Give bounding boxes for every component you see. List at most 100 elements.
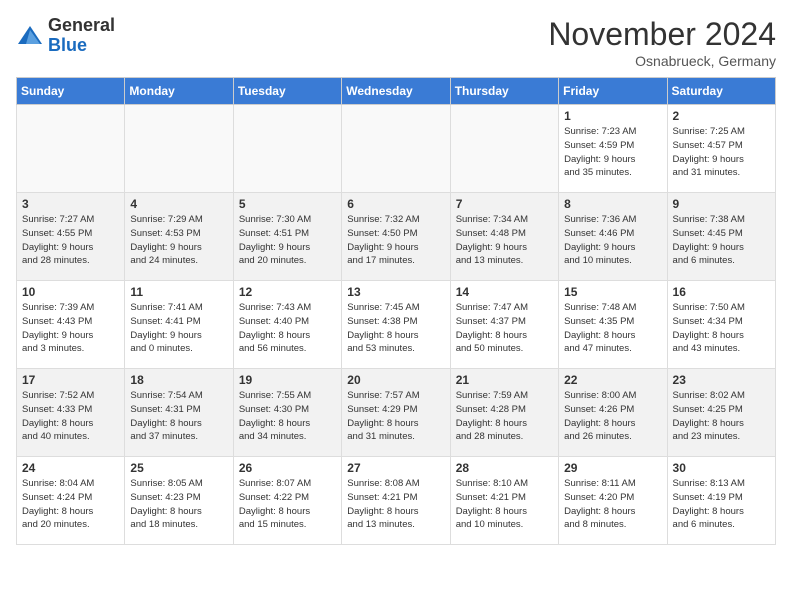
day-info: Sunrise: 7:41 AM Sunset: 4:41 PM Dayligh… — [130, 301, 227, 356]
day-info: Sunrise: 7:36 AM Sunset: 4:46 PM Dayligh… — [564, 213, 661, 268]
calendar-cell: 15 Sunrise: 7:48 AM Sunset: 4:35 PM Dayli… — [559, 281, 667, 369]
day-info: Sunrise: 7:54 AM Sunset: 4:31 PM Dayligh… — [130, 389, 227, 444]
day-info: Sunrise: 7:47 AM Sunset: 4:37 PM Dayligh… — [456, 301, 553, 356]
day-number: 9 — [673, 197, 770, 211]
day-info: Sunrise: 8:11 AM Sunset: 4:20 PM Dayligh… — [564, 477, 661, 532]
calendar-cell: 23 Sunrise: 8:02 AM Sunset: 4:25 PM Dayli… — [667, 369, 775, 457]
day-info: Sunrise: 7:57 AM Sunset: 4:29 PM Dayligh… — [347, 389, 444, 444]
header-sunday: Sunday — [17, 78, 125, 105]
day-info: Sunrise: 7:43 AM Sunset: 4:40 PM Dayligh… — [239, 301, 336, 356]
day-number: 28 — [456, 461, 553, 475]
calendar-week-row: 1Sunrise: 7:23 AM Sunset: 4:59 PM Daylig… — [17, 105, 776, 193]
calendar-cell: 2Sunrise: 7:25 AM Sunset: 4:57 PM Daylig… — [667, 105, 775, 193]
calendar-cell: 21 Sunrise: 7:59 AM Sunset: 4:28 PM Dayli… — [450, 369, 558, 457]
header-thursday: Thursday — [450, 78, 558, 105]
calendar-cell: 19Sunrise: 7:55 AM Sunset: 4:30 PM Dayli… — [233, 369, 341, 457]
calendar-cell: 25 Sunrise: 8:05 AM Sunset: 4:23 PM Dayli… — [125, 457, 233, 545]
calendar-cell: 11 Sunrise: 7:41 AM Sunset: 4:41 PM Dayli… — [125, 281, 233, 369]
calendar-cell — [342, 105, 450, 193]
calendar-cell — [233, 105, 341, 193]
calendar-cell: 20 Sunrise: 7:57 AM Sunset: 4:29 PM Dayli… — [342, 369, 450, 457]
calendar-cell: 10 Sunrise: 7:39 AM Sunset: 4:43 PM Dayli… — [17, 281, 125, 369]
calendar-cell: 13 Sunrise: 7:45 AM Sunset: 4:38 PM Dayli… — [342, 281, 450, 369]
calendar-cell: 17Sunrise: 7:52 AM Sunset: 4:33 PM Dayli… — [17, 369, 125, 457]
header-tuesday: Tuesday — [233, 78, 341, 105]
day-number: 21 — [456, 373, 553, 387]
calendar-cell: 18 Sunrise: 7:54 AM Sunset: 4:31 PM Dayli… — [125, 369, 233, 457]
page-header: General Blue November 2024 Osnabrueck, G… — [16, 16, 776, 69]
day-number: 26 — [239, 461, 336, 475]
day-info: Sunrise: 7:38 AM Sunset: 4:45 PM Dayligh… — [673, 213, 770, 268]
day-info: Sunrise: 7:39 AM Sunset: 4:43 PM Dayligh… — [22, 301, 119, 356]
day-number: 8 — [564, 197, 661, 211]
day-number: 29 — [564, 461, 661, 475]
calendar-cell — [450, 105, 558, 193]
day-number: 13 — [347, 285, 444, 299]
day-number: 30 — [673, 461, 770, 475]
location: Osnabrueck, Germany — [548, 53, 776, 69]
day-number: 23 — [673, 373, 770, 387]
calendar-cell: 24 Sunrise: 8:04 AM Sunset: 4:24 PM Dayli… — [17, 457, 125, 545]
day-number: 10 — [22, 285, 119, 299]
logo-blue-text: Blue — [48, 35, 87, 55]
header-wednesday: Wednesday — [342, 78, 450, 105]
month-title: November 2024 — [548, 16, 776, 53]
calendar-cell — [17, 105, 125, 193]
logo: General Blue — [16, 16, 115, 56]
header-friday: Friday — [559, 78, 667, 105]
day-info: Sunrise: 7:27 AM Sunset: 4:55 PM Dayligh… — [22, 213, 119, 268]
day-number: 5 — [239, 197, 336, 211]
day-number: 7 — [456, 197, 553, 211]
calendar-cell: 29 Sunrise: 8:11 AM Sunset: 4:20 PM Dayli… — [559, 457, 667, 545]
calendar-cell: 6Sunrise: 7:32 AM Sunset: 4:50 PM Daylig… — [342, 193, 450, 281]
calendar-cell: 8 Sunrise: 7:36 AM Sunset: 4:46 PM Daylig… — [559, 193, 667, 281]
day-info: Sunrise: 8:13 AM Sunset: 4:19 PM Dayligh… — [673, 477, 770, 532]
calendar-cell: 4Sunrise: 7:29 AM Sunset: 4:53 PM Daylig… — [125, 193, 233, 281]
day-number: 11 — [130, 285, 227, 299]
day-info: Sunrise: 7:34 AM Sunset: 4:48 PM Dayligh… — [456, 213, 553, 268]
header-saturday: Saturday — [667, 78, 775, 105]
day-number: 24 — [22, 461, 119, 475]
calendar-cell: 16 Sunrise: 7:50 AM Sunset: 4:34 PM Dayli… — [667, 281, 775, 369]
day-info: Sunrise: 7:59 AM Sunset: 4:28 PM Dayligh… — [456, 389, 553, 444]
calendar-table: SundayMondayTuesdayWednesdayThursdayFrid… — [16, 77, 776, 545]
day-number: 6 — [347, 197, 444, 211]
title-block: November 2024 Osnabrueck, Germany — [548, 16, 776, 69]
logo-general-text: General — [48, 15, 115, 35]
day-number: 25 — [130, 461, 227, 475]
day-info: Sunrise: 7:48 AM Sunset: 4:35 PM Dayligh… — [564, 301, 661, 356]
day-info: Sunrise: 7:30 AM Sunset: 4:51 PM Dayligh… — [239, 213, 336, 268]
calendar-cell: 12Sunrise: 7:43 AM Sunset: 4:40 PM Dayli… — [233, 281, 341, 369]
day-number: 15 — [564, 285, 661, 299]
day-info: Sunrise: 7:23 AM Sunset: 4:59 PM Dayligh… — [564, 125, 661, 180]
day-info: Sunrise: 8:00 AM Sunset: 4:26 PM Dayligh… — [564, 389, 661, 444]
calendar-cell: 28Sunrise: 8:10 AM Sunset: 4:21 PM Dayli… — [450, 457, 558, 545]
calendar-week-row: 10 Sunrise: 7:39 AM Sunset: 4:43 PM Dayli… — [17, 281, 776, 369]
header-monday: Monday — [125, 78, 233, 105]
day-number: 16 — [673, 285, 770, 299]
day-info: Sunrise: 8:04 AM Sunset: 4:24 PM Dayligh… — [22, 477, 119, 532]
day-info: Sunrise: 8:08 AM Sunset: 4:21 PM Dayligh… — [347, 477, 444, 532]
day-number: 3 — [22, 197, 119, 211]
day-info: Sunrise: 7:55 AM Sunset: 4:30 PM Dayligh… — [239, 389, 336, 444]
day-info: Sunrise: 8:05 AM Sunset: 4:23 PM Dayligh… — [130, 477, 227, 532]
day-info: Sunrise: 8:02 AM Sunset: 4:25 PM Dayligh… — [673, 389, 770, 444]
calendar-header-row: SundayMondayTuesdayWednesdayThursdayFrid… — [17, 78, 776, 105]
day-number: 20 — [347, 373, 444, 387]
calendar-cell: 1Sunrise: 7:23 AM Sunset: 4:59 PM Daylig… — [559, 105, 667, 193]
calendar-cell: 22 Sunrise: 8:00 AM Sunset: 4:26 PM Dayli… — [559, 369, 667, 457]
day-info: Sunrise: 7:52 AM Sunset: 4:33 PM Dayligh… — [22, 389, 119, 444]
calendar-cell: 30 Sunrise: 8:13 AM Sunset: 4:19 PM Dayli… — [667, 457, 775, 545]
calendar-cell: 3 Sunrise: 7:27 AM Sunset: 4:55 PM Daylig… — [17, 193, 125, 281]
day-number: 2 — [673, 109, 770, 123]
day-info: Sunrise: 7:50 AM Sunset: 4:34 PM Dayligh… — [673, 301, 770, 356]
day-number: 18 — [130, 373, 227, 387]
day-number: 14 — [456, 285, 553, 299]
day-number: 22 — [564, 373, 661, 387]
day-info: Sunrise: 7:45 AM Sunset: 4:38 PM Dayligh… — [347, 301, 444, 356]
logo-icon — [16, 22, 44, 50]
calendar-cell: 14 Sunrise: 7:47 AM Sunset: 4:37 PM Dayli… — [450, 281, 558, 369]
day-info: Sunrise: 7:29 AM Sunset: 4:53 PM Dayligh… — [130, 213, 227, 268]
calendar-cell: 27Sunrise: 8:08 AM Sunset: 4:21 PM Dayli… — [342, 457, 450, 545]
calendar-cell: 9 Sunrise: 7:38 AM Sunset: 4:45 PM Daylig… — [667, 193, 775, 281]
